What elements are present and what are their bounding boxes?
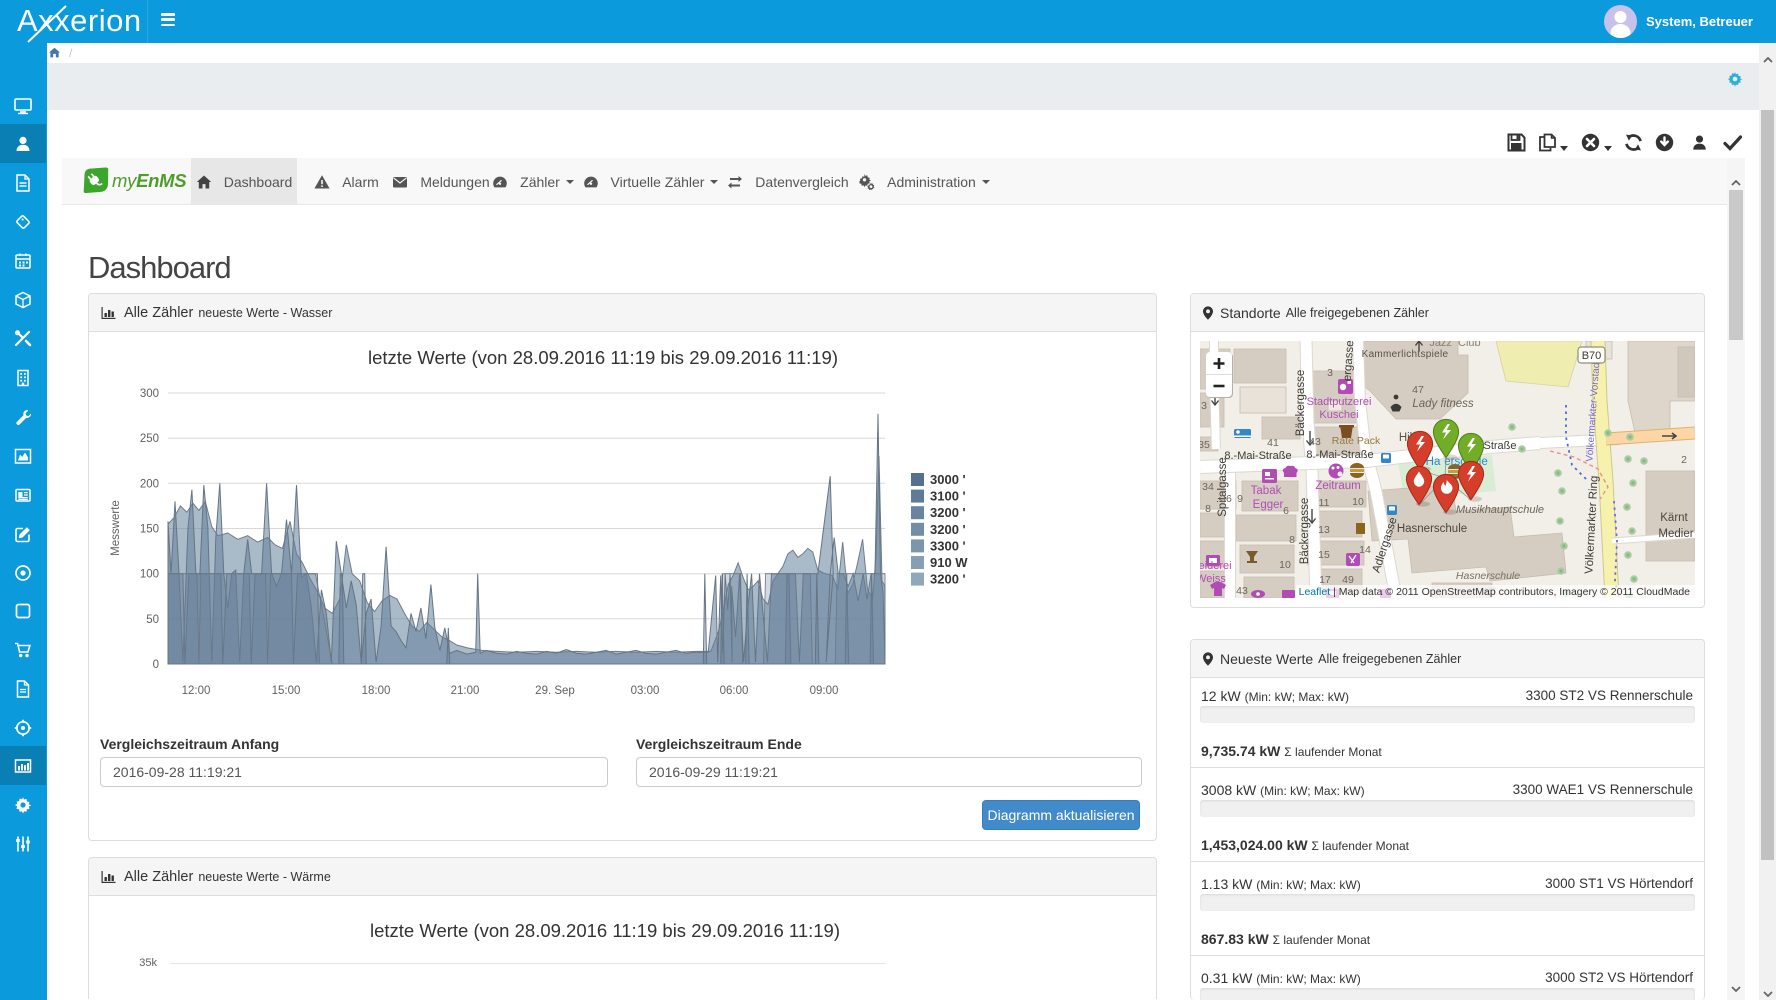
svg-text:Tabak: Tabak bbox=[1251, 485, 1282, 497]
svg-text:Hasnerschule: Hasnerschule bbox=[1397, 523, 1467, 535]
svg-text:49: 49 bbox=[1342, 574, 1354, 586]
svg-text:Lady fitness: Lady fitness bbox=[1412, 398, 1474, 410]
svg-text:3100 ': 3100 ' bbox=[930, 489, 966, 504]
svg-text:17: 17 bbox=[1319, 574, 1331, 586]
svg-text:Kuschei: Kuschei bbox=[1319, 409, 1358, 421]
svg-text:3200 ': 3200 ' bbox=[930, 522, 966, 537]
svg-text:Zeitraum: Zeitraum bbox=[1315, 480, 1360, 492]
svg-text:15:00: 15:00 bbox=[272, 685, 301, 697]
svg-text:8.-Mai-Straße: 8.-Mai-Straße bbox=[1224, 450, 1291, 462]
svg-text:Spitalgasse: Spitalgasse bbox=[1217, 457, 1229, 516]
svg-text:43: 43 bbox=[1309, 436, 1321, 448]
svg-text:8: 8 bbox=[1205, 503, 1211, 515]
svg-text:Egger: Egger bbox=[1253, 499, 1284, 511]
svg-text:13: 13 bbox=[1318, 524, 1330, 536]
svg-text:300: 300 bbox=[140, 388, 159, 400]
svg-text:100: 100 bbox=[140, 569, 159, 581]
svg-text:10: 10 bbox=[1279, 559, 1291, 571]
svg-text:Rate Pack: Rate Pack bbox=[1332, 435, 1381, 447]
svg-text:B70: B70 bbox=[1582, 350, 1602, 362]
svg-text:35: 35 bbox=[1200, 439, 1210, 451]
svg-text:15: 15 bbox=[1318, 549, 1330, 561]
svg-text:Straße: Straße bbox=[1483, 440, 1516, 452]
svg-text:34: 34 bbox=[1202, 481, 1214, 493]
svg-text:47: 47 bbox=[1412, 384, 1424, 396]
svg-text:8: 8 bbox=[1289, 534, 1295, 546]
svg-text:Leaflet | Map data © 2011 Open: Leaflet | Map data © 2011 OpenStreetMap … bbox=[1299, 586, 1691, 598]
svg-text:3000 ': 3000 ' bbox=[930, 472, 966, 487]
svg-text:Hasnerschule: Hasnerschule bbox=[1456, 570, 1520, 582]
svg-text:14: 14 bbox=[1359, 544, 1371, 556]
svg-text:150: 150 bbox=[140, 524, 159, 536]
svg-text:3: 3 bbox=[1327, 367, 1333, 379]
svg-text:3200 ': 3200 ' bbox=[930, 572, 966, 587]
svg-text:36: 36 bbox=[1220, 493, 1232, 505]
svg-text:Musikhauptschule: Musikhauptschule bbox=[1456, 504, 1544, 516]
svg-text:910 W: 910 W bbox=[930, 555, 968, 570]
svg-text:Medier: Medier bbox=[1658, 528, 1693, 540]
svg-text:200: 200 bbox=[140, 478, 159, 490]
svg-text:Messwerte: Messwerte bbox=[110, 500, 122, 556]
svg-text:Bäckergasse: Bäckergasse bbox=[1295, 370, 1307, 436]
svg-text:9: 9 bbox=[1237, 493, 1243, 505]
svg-text:03:00: 03:00 bbox=[631, 685, 660, 697]
svg-text:Stadtputzerei: Stadtputzerei bbox=[1307, 396, 1372, 408]
svg-text:21:00: 21:00 bbox=[451, 685, 480, 697]
svg-text:2: 2 bbox=[1681, 454, 1687, 466]
svg-text:letzte Werte (von 28.09.2016 1: letzte Werte (von 28.09.2016 11:19 bis 2… bbox=[368, 347, 838, 368]
svg-text:Kärnt: Kärnt bbox=[1660, 512, 1688, 524]
svg-text:10: 10 bbox=[1352, 496, 1364, 508]
svg-text:250: 250 bbox=[140, 433, 159, 445]
svg-text:8.-Mai-Straße: 8.-Mai-Straße bbox=[1306, 449, 1373, 461]
svg-text:12:00: 12:00 bbox=[182, 685, 211, 697]
svg-text:Kammerlichtspiele: Kammerlichtspiele bbox=[1362, 349, 1449, 360]
svg-text:neiderei: neiderei bbox=[1200, 560, 1232, 572]
svg-text:41: 41 bbox=[1267, 437, 1279, 449]
svg-text:Jazz Club: Jazz Club bbox=[1429, 341, 1480, 349]
svg-text:50: 50 bbox=[146, 614, 159, 626]
svg-text:3300 ': 3300 ' bbox=[930, 538, 966, 553]
svg-text:29. Sep: 29. Sep bbox=[535, 685, 575, 697]
svg-text:Bäckergasse: Bäckergasse bbox=[1299, 498, 1311, 564]
svg-text:18:00: 18:00 bbox=[362, 685, 391, 697]
svg-text:6: 6 bbox=[1283, 505, 1289, 517]
svg-text:0: 0 bbox=[153, 659, 159, 671]
svg-text:3200 ': 3200 ' bbox=[930, 505, 966, 520]
svg-text:11: 11 bbox=[1319, 497, 1330, 509]
svg-text:43: 43 bbox=[1236, 585, 1248, 597]
svg-text:06:00: 06:00 bbox=[720, 685, 749, 697]
svg-text:Weiss: Weiss bbox=[1200, 573, 1226, 585]
svg-text:09:00: 09:00 bbox=[810, 685, 839, 697]
svg-text:3: 3 bbox=[1201, 400, 1207, 412]
